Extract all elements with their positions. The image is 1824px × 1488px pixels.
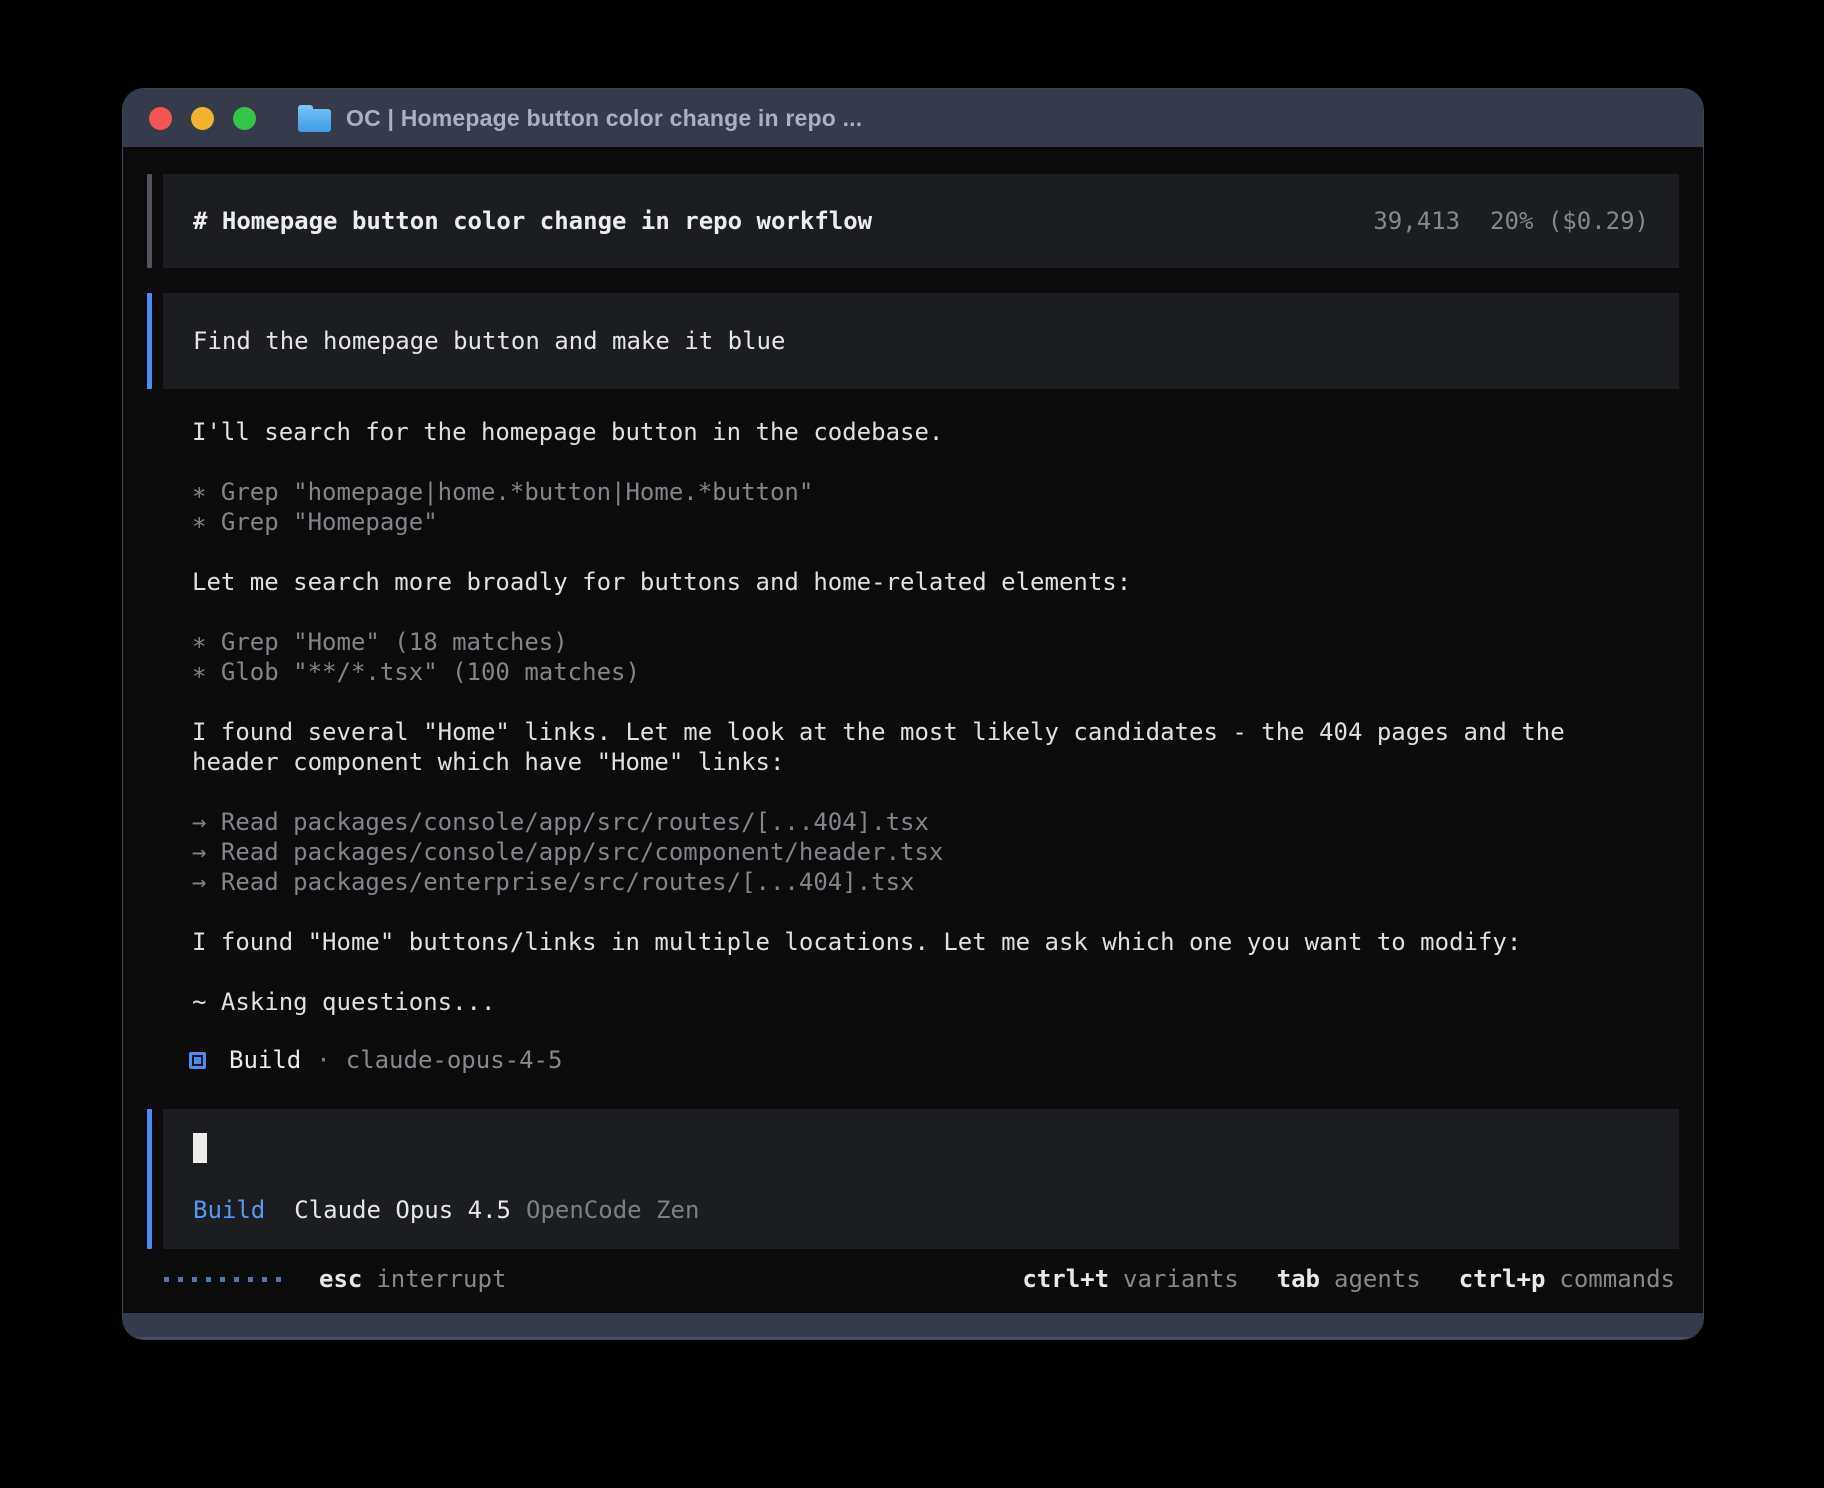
zoom-button[interactable] xyxy=(233,107,256,130)
agent-status-row: Build · claude-opus-4-5 xyxy=(189,1045,1679,1075)
footer-right: ctrl+t variants tab agents ctrl+p commands xyxy=(1022,1265,1675,1293)
input-agent-label: Build xyxy=(193,1196,265,1224)
status-footer: esc interrupt ctrl+tvariantstabagentsctr… xyxy=(147,1264,1679,1294)
spinner-dot xyxy=(234,1277,239,1282)
close-button[interactable] xyxy=(149,107,172,130)
spinner-dot xyxy=(206,1277,211,1282)
input-line[interactable] xyxy=(193,1133,1649,1163)
tool-call-line: ∗ Glob "**/*.tsx" (100 matches) xyxy=(192,657,1679,687)
tool-call-line: → Read packages/console/app/src/routes/[… xyxy=(192,807,1679,837)
hint-variants: ctrl+t variants xyxy=(1022,1265,1238,1293)
session-stats: 39,413 20% ($0.29) xyxy=(1373,206,1649,236)
status-separator: · xyxy=(316,1046,330,1074)
tool-call-line: → Read packages/enterprise/src/routes/[.… xyxy=(192,867,1679,897)
assistant-text-line: Let me search more broadly for buttons a… xyxy=(192,567,1679,597)
session-header: # Homepage button color change in repo w… xyxy=(147,174,1679,268)
blank-line xyxy=(192,777,1679,807)
footer-left: esc interrupt xyxy=(164,1265,506,1293)
agent-name: Build xyxy=(229,1046,301,1074)
tool-call-line: ∗ Grep "homepage|home.*button|Home.*butt… xyxy=(192,477,1679,507)
assistant-text-line: header component which have "Home" links… xyxy=(192,747,1679,777)
session-content: # Homepage button color change in repo w… xyxy=(123,174,1703,1340)
blank-line xyxy=(192,447,1679,477)
blank-line xyxy=(192,597,1679,627)
assistant-text-line: I found "Home" buttons/links in multiple… xyxy=(192,927,1679,957)
agent-build-icon xyxy=(189,1052,206,1069)
blank-line xyxy=(192,897,1679,927)
blank-line xyxy=(192,957,1679,987)
hint-interrupt: esc interrupt xyxy=(319,1265,506,1293)
input-provider-label: OpenCode Zen xyxy=(526,1196,699,1224)
tool-call-line: → Read packages/console/app/src/componen… xyxy=(192,837,1679,867)
assistant-text-line: ~ Asking questions... xyxy=(192,987,1679,1017)
input-accent-bar xyxy=(147,1109,152,1249)
spinner-dots xyxy=(164,1277,281,1282)
token-count: 39,413 xyxy=(1373,206,1460,236)
key-tab: tab xyxy=(1277,1265,1320,1293)
prompt-input[interactable]: Build Claude Opus 4.5 OpenCode Zen xyxy=(147,1109,1679,1249)
window-title: OC | Homepage button color change in rep… xyxy=(346,105,862,132)
spinner-dot xyxy=(192,1277,197,1282)
assistant-text-line: I'll search for the homepage button in t… xyxy=(192,417,1679,447)
minimize-button[interactable] xyxy=(191,107,214,130)
text-cursor xyxy=(193,1133,207,1163)
context-cost: 20% ($0.29) xyxy=(1490,206,1649,236)
model-selector-row: Build Claude Opus 4.5 OpenCode Zen xyxy=(193,1195,1649,1225)
spinner-dot xyxy=(262,1277,267,1282)
blank-line xyxy=(192,687,1679,717)
blank-line xyxy=(192,537,1679,567)
title-bar: OC | Homepage button color change in rep… xyxy=(123,89,1703,147)
folder-icon xyxy=(298,105,331,132)
session-title: # Homepage button color change in repo w… xyxy=(193,206,872,236)
tool-call-line: ∗ Grep "Home" (18 matches) xyxy=(192,627,1679,657)
assistant-text-line: I found several "Home" links. Let me loo… xyxy=(192,717,1679,747)
spinner-dot xyxy=(178,1277,183,1282)
model-id: claude-opus-4-5 xyxy=(346,1046,563,1074)
header-accent-bar xyxy=(147,174,152,268)
terminal-window: OC | Homepage button color change in rep… xyxy=(122,88,1704,1340)
hint-commands: ctrl+p commands xyxy=(1459,1265,1675,1293)
key-ctrl+p: ctrl+p xyxy=(1459,1265,1546,1293)
user-message-text: Find the homepage button and make it blu… xyxy=(193,326,1649,356)
assistant-transcript: I'll search for the homepage button in t… xyxy=(192,417,1679,1017)
label-interrupt: interrupt xyxy=(376,1265,506,1293)
spinner-dot xyxy=(164,1277,169,1282)
label-variants: variants xyxy=(1123,1265,1239,1293)
window-bottom-edge xyxy=(123,1313,1703,1339)
spinner-dot xyxy=(276,1277,281,1282)
tool-call-line: ∗ Grep "Homepage" xyxy=(192,507,1679,537)
label-commands: commands xyxy=(1559,1265,1675,1293)
input-model-label: Claude Opus 4.5 xyxy=(294,1196,511,1224)
user-message: Find the homepage button and make it blu… xyxy=(147,293,1679,389)
key-esc: esc xyxy=(319,1265,362,1293)
spinner-dot xyxy=(220,1277,225,1282)
traffic-lights xyxy=(149,107,256,130)
label-agents: agents xyxy=(1334,1265,1421,1293)
key-ctrl+t: ctrl+t xyxy=(1022,1265,1109,1293)
user-accent-bar xyxy=(147,293,152,389)
spinner-dot xyxy=(248,1277,253,1282)
hint-agents: tab agents xyxy=(1277,1265,1421,1293)
